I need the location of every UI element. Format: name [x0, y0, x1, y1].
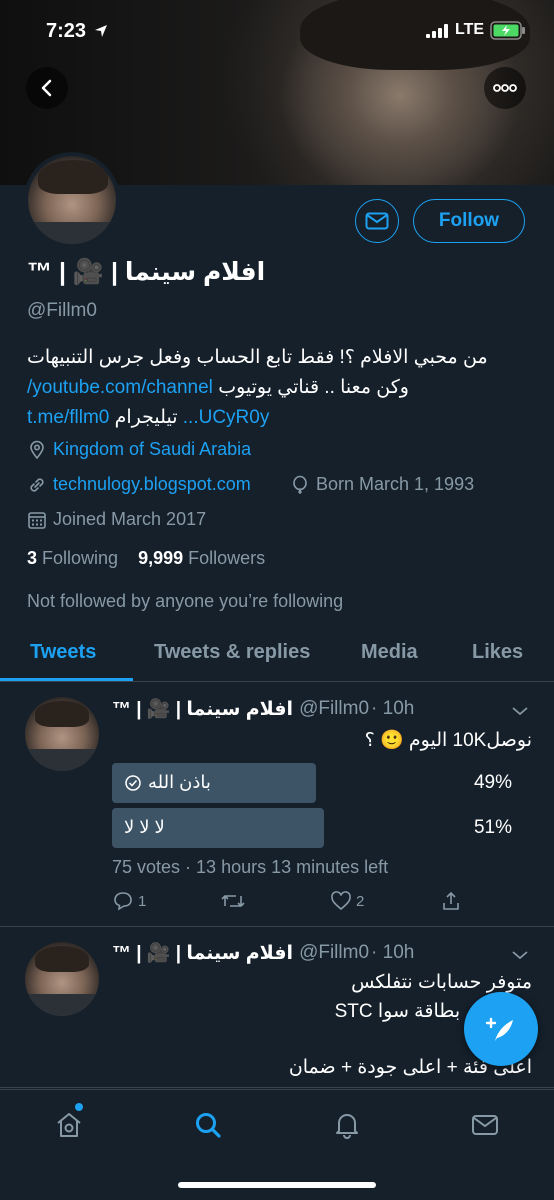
nav-notifications[interactable]: [330, 1108, 364, 1142]
status-bar: 7:23 LTE: [0, 0, 554, 60]
calendar-icon: [28, 511, 46, 529]
tweet[interactable]: افلام سينما | 🎥 | ™ @Fillm0 · 10h نوصل10…: [0, 682, 554, 927]
tweet-text-line: اعلى فئة + اعلى جودة + ضمان: [288, 1057, 532, 1078]
tweet-avatar[interactable]: [25, 697, 99, 771]
poll-option: باذن الله 49%: [112, 763, 532, 803]
signal-icon: [426, 24, 448, 38]
chevron-down-icon[interactable]: [510, 704, 530, 718]
followers-link[interactable]: 9,999 Followers: [138, 548, 265, 568]
poll-meta: 75 votes · 13 hours 13 minutes left: [112, 857, 389, 877]
mutual-followers-note: Not followed by anyone you’re following: [27, 591, 344, 611]
profile-tabs: Tweets Tweets & replies Media Likes: [0, 628, 554, 682]
share-icon: [443, 892, 459, 910]
telegram-link[interactable]: t.me/fllm0: [27, 407, 109, 428]
tweet-text-line: متوفر حسابات نتفلكس: [351, 972, 532, 993]
bio-text: وكن معنا .. قناتي يوتيوب: [218, 377, 409, 398]
tweet-text: نوصل10K اليوم 🙂 ؟: [364, 730, 532, 751]
profile-avatar[interactable]: [24, 152, 120, 248]
poll-option: لا لا لا 51%: [112, 808, 532, 848]
birthday-text: Born March 1, 1993: [316, 474, 475, 494]
joined-text: Joined March 2017: [53, 509, 207, 529]
poll-percent: 51%: [473, 817, 512, 838]
tweet-header: افلام سينما | 🎥 | ™ @Fillm0 · 10h: [112, 941, 414, 965]
following-link[interactable]: 3 Following: [27, 548, 118, 568]
profile-display-name: افلام سينما | 🎥 | ™: [27, 258, 266, 286]
profile-location: Kingdom of Saudi Arabia: [27, 439, 251, 460]
search-icon: [196, 1113, 221, 1138]
new-content-indicator: [75, 1103, 83, 1111]
nav-search[interactable]: [191, 1108, 225, 1142]
poll-option-label: لا لا لا: [124, 817, 165, 837]
follow-counts: 3 Following 9,999 Followers: [27, 548, 265, 569]
profile-birthday: Born March 1, 1993: [290, 474, 474, 495]
status-time: 7:23: [46, 20, 87, 42]
tab-likes[interactable]: Likes: [472, 641, 523, 664]
bio-line-1: من محبي الافلام ؟! فقط تابع الحساب وفعل …: [27, 347, 488, 368]
share-button[interactable]: [440, 890, 466, 912]
reply-button[interactable]: 1: [112, 890, 146, 912]
bio-line-2: وكن معنا .. قناتي يوتيوب youtube.com/cha…: [27, 373, 527, 402]
location-text[interactable]: Kingdom of Saudi Arabia: [53, 439, 251, 460]
poll-option-label: باذن الله: [124, 772, 211, 793]
check-circle-icon: [125, 774, 141, 791]
profile-website[interactable]: technulogy.blogspot.com: [27, 474, 251, 495]
chevron-left-icon: [41, 79, 52, 97]
tweet-actions: 1 2: [112, 890, 532, 916]
compose-tweet-button[interactable]: [464, 992, 538, 1066]
youtube-link-continued[interactable]: UCyR0y...: [183, 407, 270, 428]
reply-icon: [114, 892, 132, 911]
youtube-link[interactable]: youtube.com/channel/: [27, 377, 213, 398]
mail-icon: [365, 212, 389, 230]
compose-feather-icon: [485, 1017, 513, 1041]
tweet-time: · 10h: [371, 942, 415, 963]
tweet-author-handle: @Fillm0: [299, 698, 370, 719]
active-tab-indicator: [0, 678, 133, 681]
home-indicator: [178, 1182, 376, 1188]
link-icon: [30, 477, 44, 492]
back-button[interactable]: [26, 67, 68, 109]
retweet-button[interactable]: [220, 890, 250, 912]
tweet-avatar[interactable]: [25, 942, 99, 1016]
ellipsis-icon: [493, 84, 517, 92]
follow-button[interactable]: Follow: [413, 199, 525, 243]
network-label: LTE: [455, 21, 485, 38]
reply-count: 1: [138, 892, 147, 910]
tweet-header: افلام سينما | 🎥 | ™ @Fillm0 · 10h: [112, 697, 414, 721]
bio-text: تيليجرام: [114, 407, 178, 428]
chevron-down-icon[interactable]: [510, 948, 530, 962]
tab-tweets[interactable]: Tweets: [30, 641, 96, 664]
battery-icon: [490, 21, 525, 40]
poll-percent: 49%: [473, 772, 512, 793]
tab-tweets-replies[interactable]: Tweets & replies: [154, 641, 310, 664]
like-button[interactable]: 2: [330, 890, 364, 912]
message-button[interactable]: [355, 199, 399, 243]
tweet-author-handle: @Fillm0: [299, 942, 370, 963]
bio-line-3: UCyR0y... تيليجرام t.me/fllm0: [27, 403, 527, 432]
profile-joined: Joined March 2017: [27, 509, 206, 530]
tweet-author-name[interactable]: افلام سينما | 🎥 | ™: [112, 697, 293, 721]
home-icon: [57, 1113, 81, 1137]
retweet-icon: [221, 895, 245, 907]
more-options-button[interactable]: [484, 67, 526, 109]
tab-media[interactable]: Media: [361, 641, 418, 664]
balloon-icon: [293, 475, 307, 494]
nav-home[interactable]: [52, 1108, 86, 1142]
profile-handle: @Fillm0: [27, 300, 97, 321]
tweet-author-name[interactable]: افلام سينما | 🎥 | ™: [112, 941, 293, 965]
location-arrow-icon: [95, 25, 107, 37]
mail-icon: [472, 1115, 498, 1135]
heart-icon: [331, 891, 351, 911]
bell-icon: [336, 1114, 358, 1139]
website-text[interactable]: technulogy.blogspot.com: [53, 474, 251, 495]
like-count: 2: [356, 892, 365, 910]
tweet-time: · 10h: [371, 698, 415, 719]
location-pin-icon: [30, 440, 44, 459]
nav-messages[interactable]: [468, 1108, 502, 1142]
